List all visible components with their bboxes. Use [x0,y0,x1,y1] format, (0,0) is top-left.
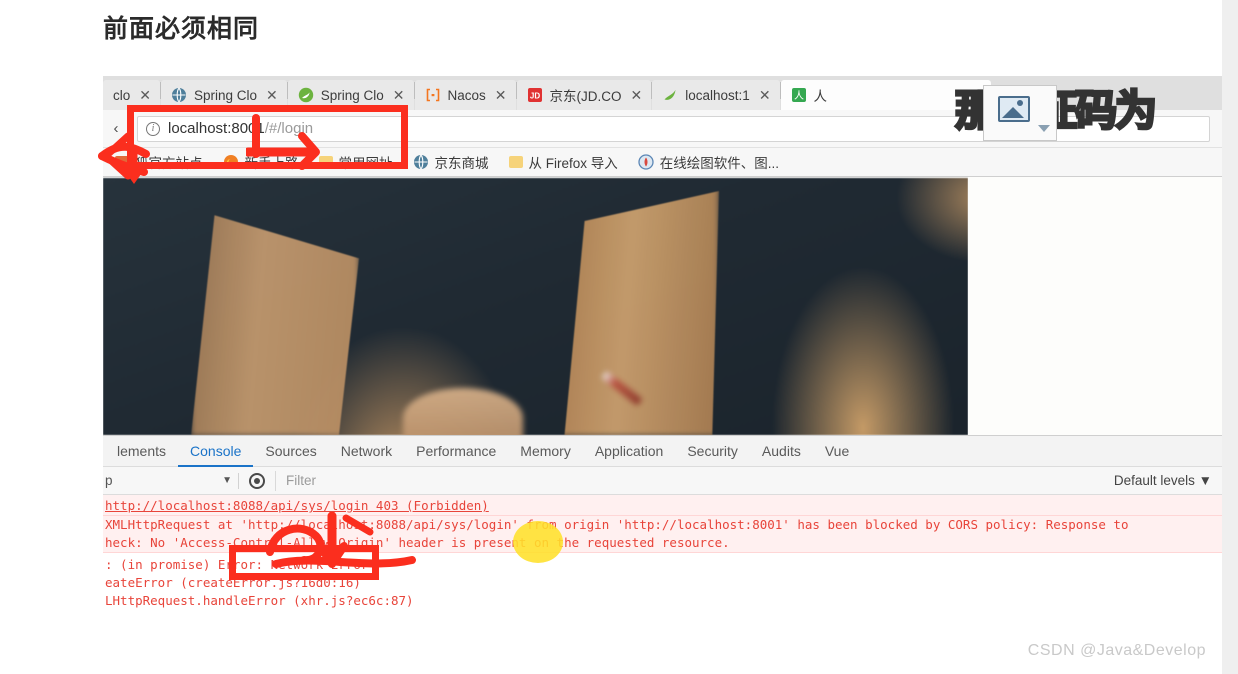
photo-hand [403,388,523,435]
tab-label: 人 [813,89,828,104]
console-log-row[interactable]: http://localhost:8088/api/sys/login 403 … [103,495,1222,516]
devtools-tab-memory[interactable]: Memory [508,436,583,467]
console-log-text[interactable]: http://localhost:8088/api/sys/login 403 … [105,498,489,513]
bookmark-item-4[interactable]: 京东商城 [403,152,499,172]
browser-tab-3[interactable]: Spring Clo ✕ [287,80,414,110]
image-placeholder-glyph [998,96,1030,122]
console-context-value: p [105,473,113,488]
console-log-text[interactable]: eateError (createError.js?16d0:16) [105,575,361,590]
globe-icon [172,87,186,103]
csdn-watermark: CSDN @Java&Develop [1027,642,1206,659]
page-right-gutter [1222,0,1238,674]
back-button[interactable]: ‹ [105,120,127,137]
console-log-row[interactable]: heck: No 'Access-Control-Allow-Origin' h… [103,534,1222,553]
console-filter-input[interactable]: Filter [275,470,1104,491]
toolbar-divider [238,472,239,489]
close-icon[interactable]: ✕ [631,88,643,102]
image-placeholder-sun [1017,100,1023,106]
console-log-row[interactable]: LHttpRequest.handleError (xhr.js?ec6c:87… [103,592,1222,610]
console-log-text: heck: No 'Access-Control-Allow-Origin' h… [105,535,730,550]
bookmark-label: 在线绘图软件、图... [659,156,780,171]
bookmark-item-6[interactable]: 在线绘图软件、图... [628,152,789,172]
info-icon[interactable]: i [146,121,160,136]
bookmark-label: 从 Firefox 导入 [528,156,618,171]
console-log-row[interactable]: : (in promise) Error: Network Error [103,553,1222,574]
close-icon[interactable]: ✕ [393,88,405,102]
devtools-tab-elements[interactable]: lements [105,436,178,467]
photo-paper-left [191,215,359,435]
folder-icon [508,156,523,168]
bookmark-icon [115,156,129,168]
bookmark-label: 京东商城 [434,156,489,171]
devtools-panel: lements Console Sources Network Performa… [103,435,1222,648]
devtools-tab-application[interactable]: Application [583,436,676,467]
bookmark-item-5[interactable]: 从 Firefox 导入 [499,152,628,172]
console-levels-dropdown[interactable]: Default levels ▼ [1104,473,1222,488]
bookmark-label: 狐官方站点 [135,156,203,171]
svg-text:人: 人 [794,90,804,102]
console-context-select[interactable]: p ▼ [103,473,238,488]
camera-photo [103,178,968,435]
tab-label: Spring Clo [194,87,258,103]
tab-label: Nacos [447,87,486,103]
close-icon[interactable]: ✕ [759,88,771,102]
browser-tab-5[interactable]: JD 京东(JD.CO ✕ [516,80,652,110]
nacos-icon [426,88,439,102]
chevron-down-icon[interactable]: ▼ [222,475,232,486]
devtools-tab-sources[interactable]: Sources [253,436,328,467]
console-toolbar: p ▼ Filter Default levels ▼ [103,467,1222,495]
console-log-text[interactable]: LHttpRequest.handleError (xhr.js?ec6c:87… [105,593,414,608]
bookmark-label: 新手上路 [244,156,299,171]
devtools-tabbar: lements Console Sources Network Performa… [103,436,1222,467]
page-viewport [103,177,1222,435]
page-title: 前面必须相同 [103,15,260,43]
bookmarks-bar: 狐官方站点 新手上路 常用网址 京东商城 从 Firefox 导入 在线绘图软件… [103,148,1222,177]
globe-icon [413,154,428,170]
jd-icon: JD [527,88,542,102]
url-path: /#/login [264,120,314,137]
tab-label: 京东(JD.CO [549,89,622,104]
devtools-tab-network[interactable]: Network [329,436,404,467]
spring-leaf-icon [664,89,676,100]
svg-text:JD: JD [529,92,539,101]
address-bar-url: localhost:8001/#/login [168,120,313,137]
spring-leaf-icon [298,87,313,103]
chevron-down-icon [1038,125,1050,132]
devtools-tab-security[interactable]: Security [675,436,750,467]
browser-window: clo ✕ Spring Clo ✕ Spring Clo ✕ Nacos ✕ … [103,76,1222,648]
folder-icon [318,156,333,168]
person-icon: 人 [791,88,806,102]
devtools-tab-console[interactable]: Console [178,436,253,467]
bookmark-item-1[interactable]: 狐官方站点 [105,152,213,172]
devtools-tab-performance[interactable]: Performance [404,436,508,467]
console-log-row[interactable]: XMLHttpRequest at 'http://localhost:8088… [103,516,1222,534]
browser-tab-4[interactable]: Nacos ✕ [414,80,516,110]
close-icon[interactable]: ✕ [139,88,151,102]
console-log-text: XMLHttpRequest at 'http://localhost:8088… [105,517,1129,532]
tab-label: clo [113,87,131,103]
eye-icon[interactable] [249,472,265,489]
tab-label: localhost:1 [685,87,750,103]
tab-label: Spring Clo [320,87,384,103]
browser-tab-2[interactable]: Spring Clo ✕ [161,80,287,110]
bookmark-item-3[interactable]: 常用网址 [309,152,403,172]
devtools-tab-vue[interactable]: Vue [813,436,861,467]
bookmark-label: 常用网址 [338,156,393,171]
broken-image-icon [983,85,1057,141]
bookmark-item-2[interactable]: 新手上路 [213,152,309,172]
console-output: http://localhost:8088/api/sys/login 403 … [103,495,1222,610]
console-log-row[interactable]: eateError (createError.js?16d0:16) [103,574,1222,592]
firefox-icon [223,155,238,169]
url-host: localhost:8001 [168,120,265,137]
browser-tab-1[interactable]: clo ✕ [103,80,160,110]
drawio-icon [638,154,654,170]
close-icon[interactable]: ✕ [266,88,278,102]
console-log-text: : (in promise) Error: Network Error [105,557,369,572]
devtools-tab-audits[interactable]: Audits [750,436,813,467]
browser-tab-6[interactable]: localhost:1 ✕ [652,80,780,110]
close-icon[interactable]: ✕ [495,88,507,102]
page-content-right [968,177,1222,435]
screenshot-page: 前面必须相同 clo ✕ Spring Clo ✕ Spring Clo ✕ N… [0,0,1238,674]
